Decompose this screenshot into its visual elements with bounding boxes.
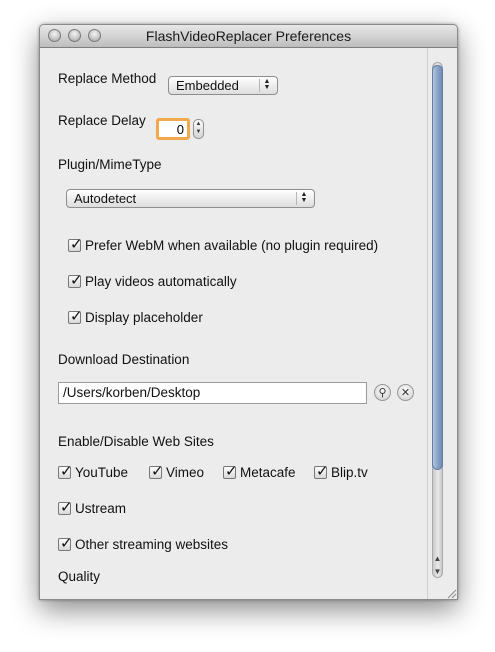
plugin-mimetype-value: Autodetect — [74, 191, 137, 206]
popup-arrows-icon: ▲ ▼ — [259, 78, 274, 92]
site-vimeo-checkbox[interactable]: ✓ — [149, 462, 164, 480]
display-placeholder-checkbox[interactable]: ✓ — [68, 307, 83, 325]
site-bliptv-checkbox[interactable]: ✓ — [314, 462, 329, 480]
site-other-checkbox[interactable]: ✓ — [58, 534, 73, 552]
plugin-mimetype-label: Plugin/MimeType — [58, 157, 162, 172]
replace-delay-label: Replace Delay — [58, 113, 146, 128]
prefer-webm-label: Prefer WebM when available (no plugin re… — [85, 238, 379, 253]
checkmark-icon: ✓ — [70, 307, 83, 325]
checkmark-icon: ✓ — [316, 462, 329, 480]
resize-grip-icon[interactable] — [445, 587, 457, 599]
replace-method-popup[interactable]: Embedded ▲ ▼ — [168, 76, 278, 95]
site-ustream-label: Ustream — [75, 501, 127, 516]
vertical-scrollbar[interactable]: ▲ ▼ — [427, 48, 457, 599]
site-youtube-label: YouTube — [75, 465, 129, 480]
site-metacafe-checkbox[interactable]: ✓ — [223, 462, 238, 480]
autoplay-checkbox[interactable]: ✓ — [68, 271, 83, 289]
preferences-content: Replace Method Embedded ▲ ▼ Replace Delay… — [40, 48, 427, 599]
site-vimeo-label: Vimeo — [166, 465, 205, 480]
checkmark-icon: ✓ — [60, 498, 73, 516]
title-bar[interactable]: FlashVideoReplacer Preferences — [40, 25, 457, 48]
quality-label: Quality — [58, 569, 101, 584]
magnifier-icon[interactable]: ⚲ — [374, 384, 391, 401]
checkmark-icon: ✓ — [225, 462, 238, 480]
plugin-mimetype-popup[interactable]: Autodetect ▲ ▼ — [66, 189, 315, 208]
popup-arrows-icon: ▲ ▼ — [296, 191, 311, 205]
checkmark-icon: ✓ — [60, 534, 73, 552]
checkmark-icon: ✓ — [60, 462, 73, 480]
replace-method-value: Embedded — [176, 78, 239, 93]
download-destination-label: Download Destination — [58, 352, 190, 367]
site-youtube-checkbox[interactable]: ✓ — [58, 462, 73, 480]
checkmark-icon: ✓ — [70, 235, 83, 253]
checkmark-icon: ✓ — [70, 271, 83, 289]
autoplay-label: Play videos automatically — [85, 274, 237, 289]
close-x-icon[interactable]: ✕ — [397, 384, 414, 401]
display-placeholder-label: Display placeholder — [85, 310, 203, 325]
site-metacafe-label: Metacafe — [240, 465, 296, 480]
scroll-up-arrow-icon[interactable]: ▲ — [432, 553, 443, 565]
prefer-webm-checkbox[interactable]: ✓ — [68, 235, 83, 253]
download-path-field[interactable]: /Users/korben/Desktop — [58, 382, 367, 404]
site-bliptv-label: Blip.tv — [331, 465, 368, 480]
replace-method-label: Replace Method — [58, 71, 157, 86]
checkmark-icon: ✓ — [151, 462, 164, 480]
replace-delay-field[interactable]: 0 — [156, 118, 190, 140]
site-ustream-checkbox[interactable]: ✓ — [58, 498, 73, 516]
sites-label: Enable/Disable Web Sites — [58, 434, 214, 449]
site-other-label: Other streaming websites — [75, 537, 229, 552]
scrollbar-thumb[interactable] — [432, 65, 443, 470]
replace-delay-stepper[interactable]: ▲ ▼ — [193, 119, 204, 139]
window-title: FlashVideoReplacer Preferences — [145, 28, 352, 44]
scroll-down-arrow-icon[interactable]: ▼ — [432, 566, 443, 578]
preferences-window: FlashVideoReplacer Preferences Replace M… — [39, 24, 458, 600]
